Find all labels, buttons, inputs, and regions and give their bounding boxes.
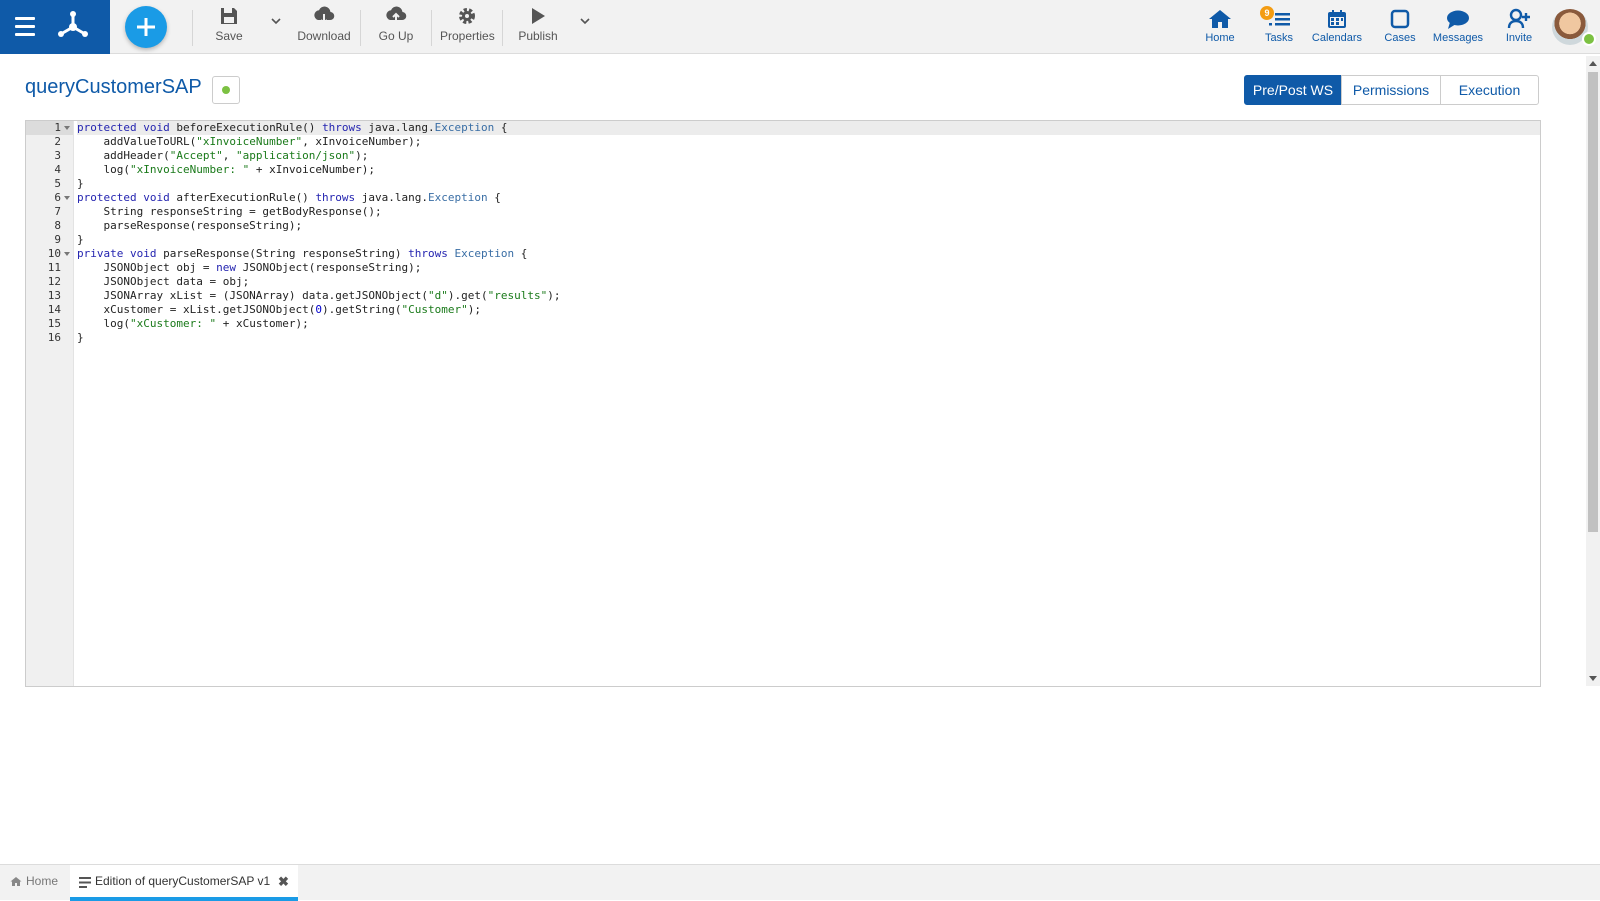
calendar-icon bbox=[1328, 10, 1346, 28]
nav-messages-label: Messages bbox=[1432, 32, 1484, 44]
save-dropdown-chevron-icon[interactable] bbox=[269, 14, 283, 28]
code-line[interactable]: String responseString = getBodyResponse(… bbox=[77, 205, 1540, 219]
code-line[interactable]: } bbox=[77, 331, 1540, 345]
nav-tasks-label: Tasks bbox=[1264, 32, 1294, 44]
scrollbar-thumb[interactable] bbox=[1588, 72, 1598, 532]
top-toolbar: Save Download Go Up Properties Publish H… bbox=[0, 0, 1600, 54]
online-status-dot bbox=[1582, 32, 1596, 46]
add-new-button[interactable] bbox=[125, 6, 167, 48]
save-label: Save bbox=[215, 29, 243, 43]
line-number: 12 bbox=[47, 275, 61, 288]
code-line[interactable]: JSONObject data = obj; bbox=[77, 275, 1540, 289]
gear-icon bbox=[459, 8, 475, 24]
line-number: 7 bbox=[54, 205, 61, 218]
publish-button[interactable]: Publish bbox=[518, 6, 558, 48]
toolbar-divider bbox=[502, 10, 503, 46]
download-button[interactable]: Download bbox=[297, 6, 351, 48]
tab-permissions[interactable]: Permissions bbox=[1341, 75, 1441, 105]
code-line[interactable]: JSONArray xList = (JSONArray) data.getJS… bbox=[77, 289, 1540, 303]
code-line[interactable]: xCustomer = xList.getJSONObject(0).getSt… bbox=[77, 303, 1540, 317]
nav-tasks[interactable]: 9 Tasks bbox=[1260, 6, 1296, 44]
code-line[interactable]: parseResponse(responseString); bbox=[77, 219, 1540, 233]
nav-cases-label: Cases bbox=[1384, 32, 1416, 44]
line-number: 9 bbox=[54, 233, 61, 246]
play-icon bbox=[532, 8, 545, 24]
bottom-tab-bar: Home Edition of queryCustomerSAP v1 ✖ bbox=[0, 864, 1600, 901]
nav-home-label: Home bbox=[1205, 32, 1235, 44]
add-user-icon bbox=[1507, 8, 1530, 29]
nav-home[interactable]: Home bbox=[1202, 8, 1238, 44]
status-indicator-button[interactable] bbox=[212, 76, 240, 104]
home-icon bbox=[1209, 10, 1231, 28]
toolbar-divider bbox=[360, 10, 361, 46]
home-icon bbox=[10, 877, 22, 886]
nav-invite-label: Invite bbox=[1505, 32, 1533, 44]
bottom-tab-edition-label: Edition of queryCustomerSAP v1 bbox=[95, 874, 271, 888]
line-number: 3 bbox=[54, 149, 61, 162]
nav-cases[interactable]: Cases bbox=[1382, 8, 1418, 44]
publish-dropdown-chevron-icon[interactable] bbox=[578, 14, 592, 28]
bottom-tab-edition[interactable]: Edition of queryCustomerSAP v1 ✖ bbox=[70, 865, 298, 901]
bottom-tab-home[interactable]: Home bbox=[10, 874, 58, 888]
vertical-scrollbar[interactable] bbox=[1586, 56, 1600, 686]
code-line[interactable]: } bbox=[77, 177, 1540, 191]
publish-label: Publish bbox=[518, 29, 558, 43]
tab-pre-post-ws[interactable]: Pre/Post WS bbox=[1244, 75, 1342, 105]
app-logo-icon[interactable] bbox=[56, 10, 90, 44]
line-number: 6 bbox=[26, 191, 73, 205]
toolbar-divider bbox=[192, 10, 193, 46]
close-tab-icon[interactable]: ✖ bbox=[278, 874, 289, 890]
nav-invite[interactable]: Invite bbox=[1502, 8, 1536, 44]
scroll-up-arrow-icon[interactable] bbox=[1589, 61, 1597, 66]
hamburger-menu-icon[interactable] bbox=[15, 17, 35, 37]
line-number-gutter: 1 2 3 4 5 6 7 8 9 10 11 12 13 14 15 16 bbox=[26, 121, 74, 686]
code-line[interactable]: protected void beforeExecutionRule() thr… bbox=[77, 121, 1540, 135]
nav-messages[interactable]: Messages bbox=[1432, 8, 1484, 44]
toolbar-divider bbox=[431, 10, 432, 46]
properties-button[interactable]: Properties bbox=[440, 6, 495, 48]
line-number: 10 bbox=[26, 247, 73, 261]
line-number: 5 bbox=[54, 177, 61, 190]
line-number: 2 bbox=[54, 135, 61, 148]
line-number: 8 bbox=[54, 219, 61, 232]
tab-execution[interactable]: Execution bbox=[1440, 75, 1539, 105]
document-lines-icon bbox=[79, 877, 91, 888]
cloud-upload-icon bbox=[386, 6, 407, 23]
line-number: 1 bbox=[26, 121, 73, 135]
status-dot-icon bbox=[222, 86, 230, 94]
code-line[interactable]: private void parseResponse(String respon… bbox=[77, 247, 1540, 261]
code-line[interactable]: addHeader("Accept", "application/json"); bbox=[77, 149, 1540, 163]
chat-bubble-icon bbox=[1447, 10, 1469, 29]
line-number: 15 bbox=[47, 317, 61, 330]
line-number: 16 bbox=[47, 331, 61, 344]
nav-calendars[interactable]: Calendars bbox=[1311, 8, 1363, 44]
editor-tabs: Pre/Post WS Permissions Execution bbox=[1244, 75, 1539, 105]
scroll-down-arrow-icon[interactable] bbox=[1589, 676, 1597, 681]
code-line[interactable]: } bbox=[77, 233, 1540, 247]
line-number: 13 bbox=[47, 289, 61, 302]
save-icon bbox=[221, 8, 237, 24]
line-number: 11 bbox=[47, 261, 61, 274]
code-line[interactable]: JSONObject obj = new JSONObject(response… bbox=[77, 261, 1540, 275]
code-line[interactable]: addValueToURL("xInvoiceNumber", xInvoice… bbox=[77, 135, 1540, 149]
brand-area bbox=[0, 0, 110, 54]
nav-calendars-label: Calendars bbox=[1311, 32, 1363, 44]
code-line[interactable]: log("xCustomer: " + xCustomer); bbox=[77, 317, 1540, 331]
download-label: Download bbox=[297, 29, 351, 43]
code-editor[interactable]: 1 2 3 4 5 6 7 8 9 10 11 12 13 14 15 16 protected void b… bbox=[25, 120, 1541, 687]
cloud-download-icon bbox=[314, 6, 335, 25]
go-up-button[interactable]: Go Up bbox=[375, 6, 417, 48]
properties-label: Properties bbox=[440, 29, 495, 43]
line-number: 4 bbox=[54, 163, 61, 176]
code-line[interactable]: protected void afterExecutionRule() thro… bbox=[77, 191, 1540, 205]
cases-square-icon bbox=[1390, 9, 1410, 29]
tasks-count-badge: 9 bbox=[1260, 6, 1274, 20]
code-line[interactable]: log("xInvoiceNumber: " + xInvoiceNumber)… bbox=[77, 163, 1540, 177]
save-button[interactable]: Save bbox=[211, 6, 247, 48]
page-title: queryCustomerSAP bbox=[25, 76, 202, 98]
bottom-tab-home-label: Home bbox=[26, 874, 59, 888]
line-number: 14 bbox=[47, 303, 61, 316]
code-content[interactable]: protected void beforeExecutionRule() thr… bbox=[77, 121, 1540, 345]
go-up-label: Go Up bbox=[378, 29, 414, 43]
